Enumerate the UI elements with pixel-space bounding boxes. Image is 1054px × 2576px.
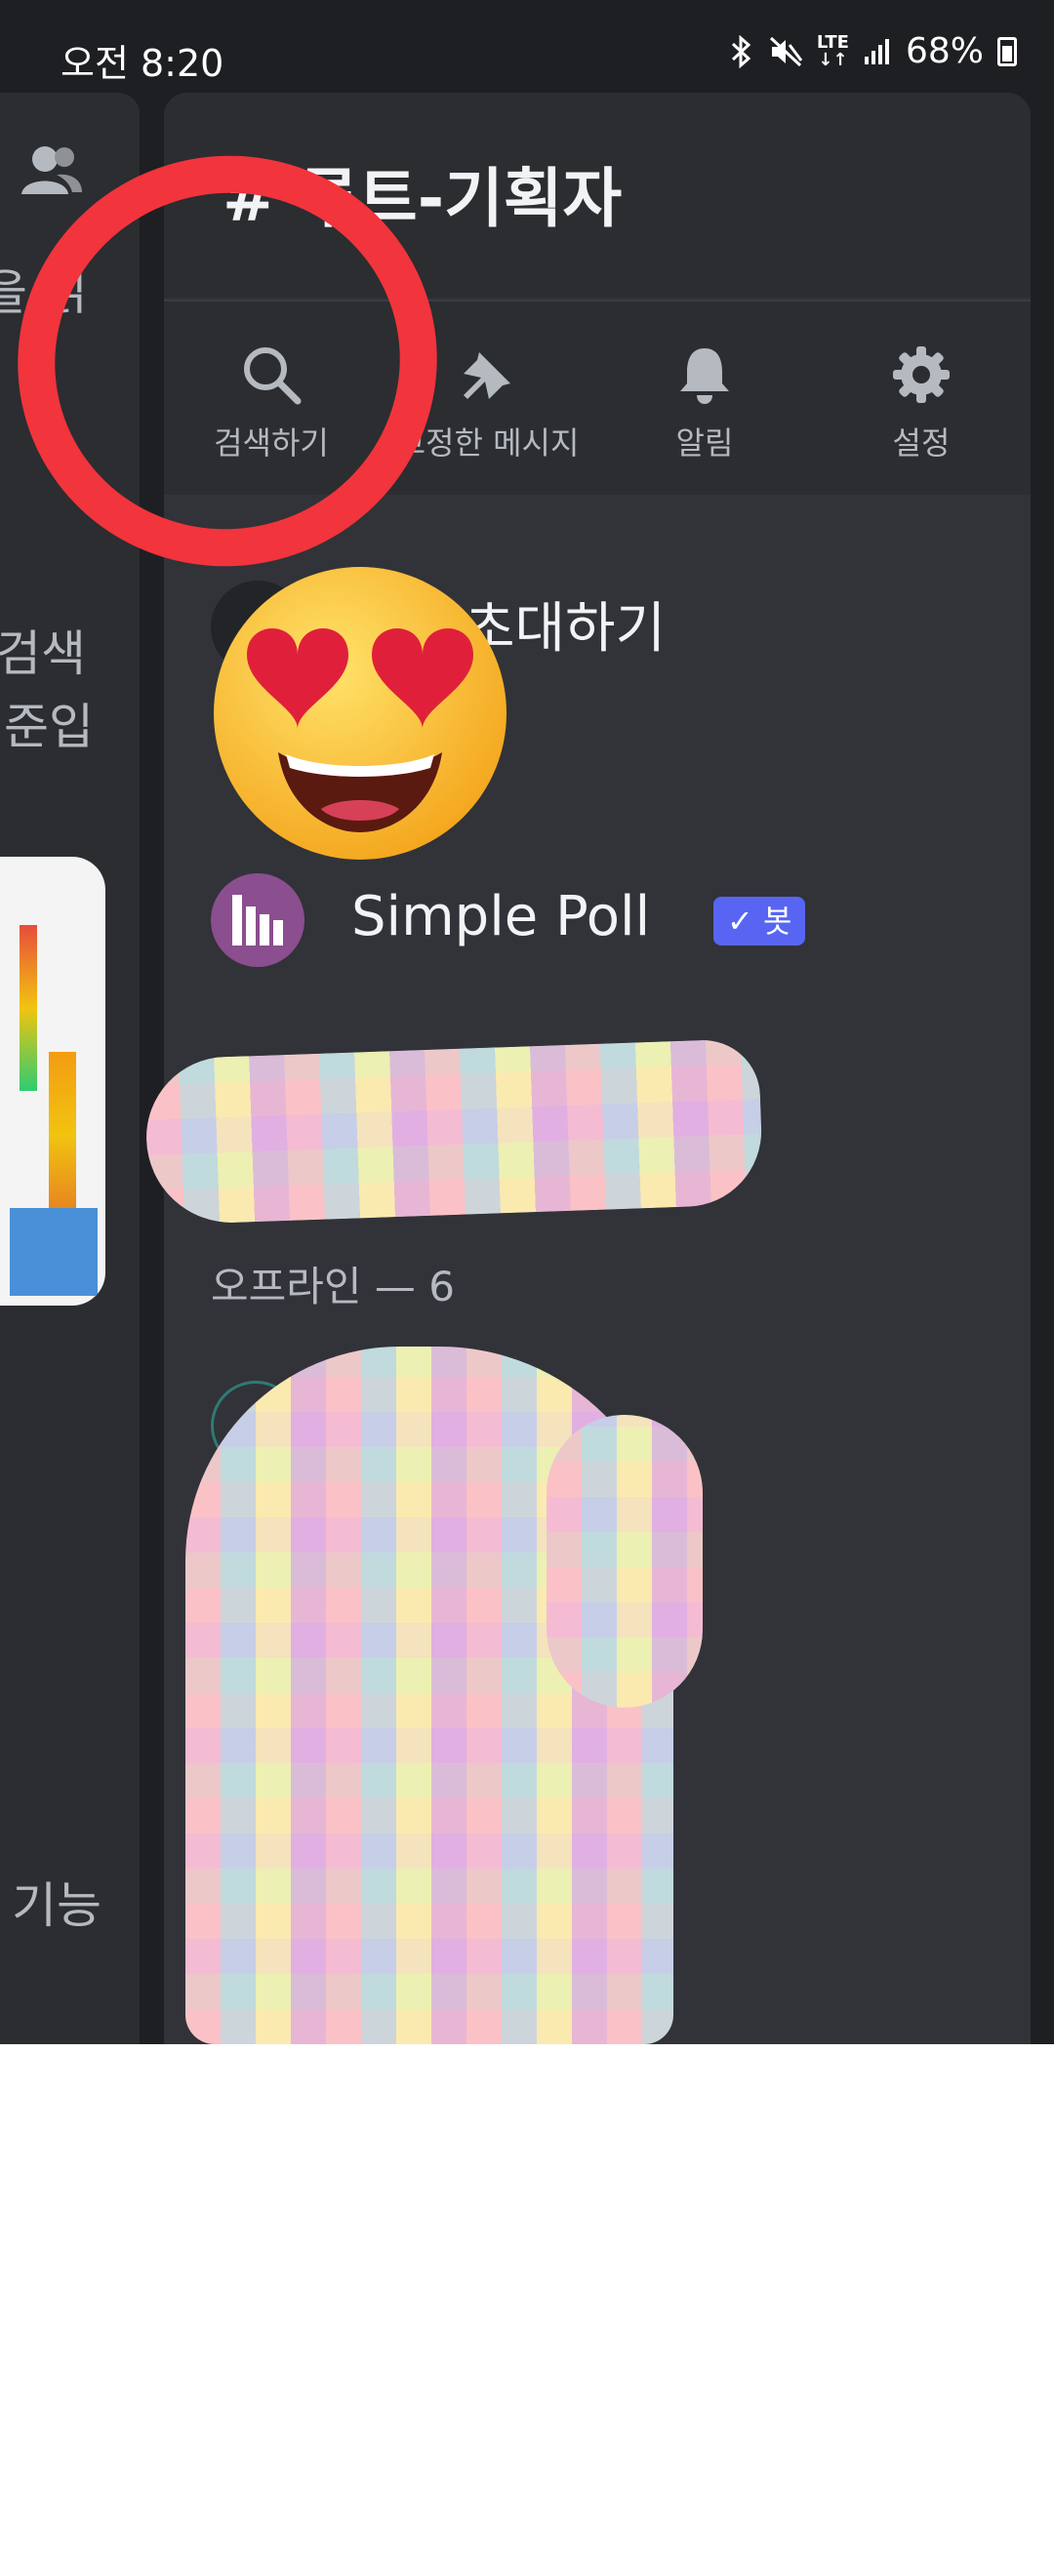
pin-icon — [464, 352, 510, 399]
offline-section-header: 오프라인 — 6 — [211, 1263, 455, 1310]
status-bar: 오전 8:20 LTE ↓↑ 68% — [0, 0, 1054, 88]
poll-bars-icon — [232, 895, 283, 946]
members-icon[interactable] — [21, 143, 82, 198]
battery-icon — [997, 36, 1017, 66]
thumb-bar-2 — [49, 1052, 76, 1218]
network-label: LTE — [816, 31, 849, 53]
left-panel-text-2: 검색 — [0, 625, 86, 682]
mute-icon — [769, 36, 803, 66]
thumb-photo — [10, 1208, 98, 1296]
bluetooth-icon — [731, 34, 751, 68]
redaction-scribble — [547, 1415, 703, 1708]
bot-badge: ✓ 봇 — [713, 897, 806, 946]
thumb-bar — [20, 925, 37, 1091]
redaction-scribble — [143, 1038, 764, 1226]
signal-icon — [864, 38, 889, 64]
status-time: 오전 8:20 — [61, 42, 224, 85]
gear-icon — [893, 346, 950, 403]
notifications-label: 알림 — [675, 424, 734, 462]
image-thumbnail[interactable] — [0, 857, 105, 1306]
bell-icon — [680, 348, 729, 404]
left-panel-text-4: 기능 — [12, 1877, 101, 1934]
network-indicator: LTE ↓↑ — [816, 31, 849, 70]
member-row[interactable]: Simple Poll ✓ 봇 — [211, 873, 992, 971]
battery-percent: 68% — [905, 31, 984, 71]
settings-button[interactable]: 설정 — [814, 302, 1029, 495]
avatar — [211, 873, 304, 967]
heart-eyes-emoji-icon — [214, 567, 507, 860]
notifications-button[interactable]: 알림 — [597, 302, 812, 495]
app-screen: 오전 8:20 LTE↓↑ 68% 을 읽 검색 준입 기능 # 루트-기획자 — [0, 0, 1054, 2044]
settings-label: 설정 — [892, 424, 951, 462]
left-panel-text-3: 준입 — [4, 699, 94, 755]
member-name: Simple Poll — [351, 885, 651, 948]
status-icons: LTE ↓↑ 68% — [729, 31, 1017, 71]
